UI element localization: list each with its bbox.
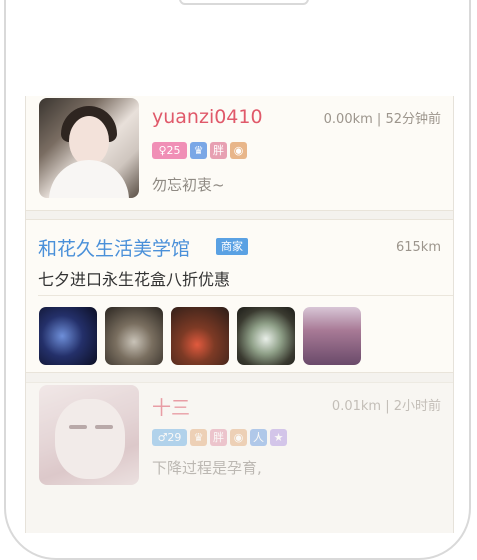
separator: | (372, 112, 386, 127)
shop-card[interactable]: 和花久生活美学馆 商家 615km 七夕进口永生花盒八折优惠 (26, 219, 453, 373)
badge-row: ♀25 ♛ 胖 ◉ (152, 142, 247, 159)
time-ago: 52分钟前 (385, 112, 441, 127)
user-card[interactable]: yuanzi0410 0.00km | 52分钟前 ♀25 ♛ 胖 ◉ 勿忘初衷… (26, 96, 453, 211)
shop-photos (39, 307, 361, 365)
signature: 勿忘初衷~ (152, 176, 225, 194)
phone-speaker (179, 0, 309, 5)
username[interactable]: yuanzi0410 (152, 106, 263, 128)
weibo-icon: ◉ (230, 142, 247, 159)
gender-age-badge: ♀25 (152, 142, 187, 159)
shop-photo[interactable] (105, 307, 163, 365)
gender-age-badge: ♂29 (152, 429, 187, 446)
weibo-icon: ◉ (230, 429, 247, 446)
shop-promotion: 七夕进口永生花盒八折优惠 (38, 270, 231, 289)
separator: | (381, 399, 394, 414)
avatar[interactable] (39, 385, 139, 485)
shop-photo[interactable] (171, 307, 229, 365)
avatar[interactable] (39, 98, 139, 198)
distance-time: 0.01km | 2小时前 (332, 395, 441, 414)
person-icon: 人 (250, 429, 267, 446)
shop-name[interactable]: 和花久生活美学馆 (38, 234, 190, 261)
distance: 0.00km (323, 112, 373, 127)
signature: 下降过程是孕育, (152, 459, 262, 477)
shop-photo[interactable] (39, 307, 97, 365)
star-icon: ★ (270, 429, 287, 446)
divider (38, 295, 453, 296)
merchant-badge: 商家 (216, 238, 248, 255)
username[interactable]: 十三 (152, 393, 190, 420)
crown-icon: ♛ (190, 429, 207, 446)
shop-distance: 615km (395, 240, 441, 255)
shop-photo[interactable] (237, 307, 295, 365)
crown-icon: ♛ (190, 142, 207, 159)
shop-photo[interactable] (303, 307, 361, 365)
body-type-badge: 胖 (210, 429, 227, 446)
time-ago: 2小时前 (393, 399, 441, 414)
distance-time: 0.00km | 52分钟前 (324, 108, 441, 127)
user-card[interactable]: 十三 0.01km | 2小时前 ♂29 ♛ 胖 ◉ 人 ★ 下降过程是孕育, (26, 382, 453, 533)
distance: 0.01km (331, 399, 382, 414)
badge-row: ♂29 ♛ 胖 ◉ 人 ★ (152, 429, 287, 446)
body-type-badge: 胖 (210, 142, 227, 159)
nearby-feed[interactable]: yuanzi0410 0.00km | 52分钟前 ♀25 ♛ 胖 ◉ 勿忘初衷… (25, 96, 454, 533)
